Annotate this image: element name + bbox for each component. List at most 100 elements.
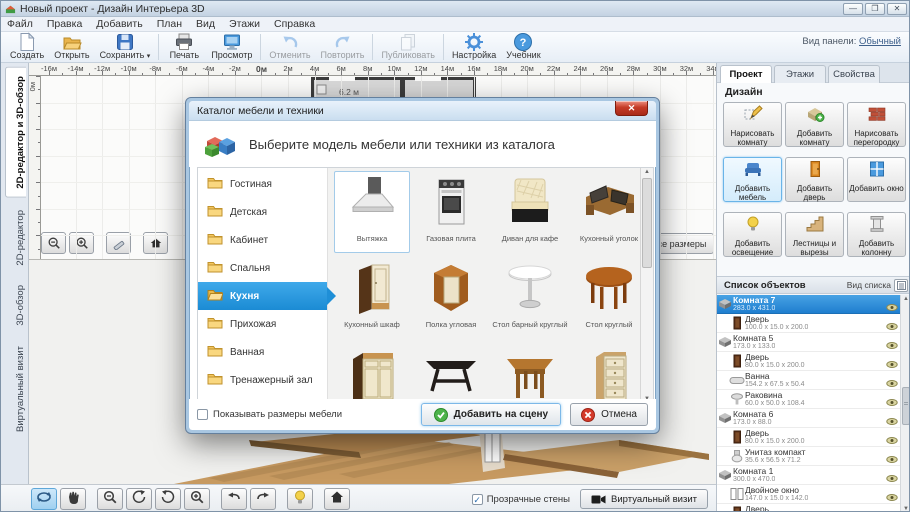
transparent-walls-checkbox[interactable]: ✓	[472, 494, 483, 505]
object-name: Раковина	[745, 391, 805, 400]
view-tab[interactable]: 2D-редактор и 3D-обзор	[5, 67, 26, 198]
tool-light-button[interactable]	[287, 488, 313, 510]
tool-turn-right-button[interactable]	[250, 488, 276, 510]
object-row[interactable]: Раковина 60.0 x 50.0 x 108.4	[717, 390, 910, 409]
tool-zoom-out-button[interactable]	[97, 488, 123, 510]
tool-rotate-ccw-button[interactable]	[126, 488, 152, 510]
category-Спальня[interactable]: Спальня	[198, 254, 327, 282]
restore-button[interactable]: ❐	[865, 3, 885, 15]
catalog-item[interactable]	[492, 343, 568, 401]
items-scrollbar-thumb[interactable]	[642, 178, 652, 268]
catalog-item[interactable]: Газовая плита	[413, 171, 489, 253]
folder-icon	[207, 232, 230, 248]
menu-Добавить[interactable]: Добавить	[96, 18, 142, 30]
3d-house-model[interactable]	[149, 426, 716, 484]
cancel-button[interactable]: Отмена	[570, 403, 648, 426]
items-scrollbar[interactable]: ▲ ▼	[640, 168, 653, 401]
toolbar-open-folder-button[interactable]: Открыть	[49, 33, 94, 62]
tool-orbit-button[interactable]	[31, 488, 57, 510]
tool-pan-hand-button[interactable]	[60, 488, 86, 510]
visibility-eye-icon[interactable]	[886, 508, 898, 512]
design-add-room-button[interactable]: Добавить комнату	[785, 102, 844, 147]
catalog-item[interactable]: Кухонный уголок	[571, 171, 647, 253]
close-button[interactable]: ✕	[887, 3, 907, 15]
view-tab[interactable]: 2D-редактор	[5, 202, 26, 274]
toolbar-print-button[interactable]: Печать	[162, 33, 206, 62]
pan-hand-icon	[65, 489, 81, 510]
design-stairs-button[interactable]: Лестницы и вырезы	[785, 212, 844, 257]
toolbar-settings-button[interactable]: Настройка	[447, 33, 501, 62]
object-row[interactable]: Дверь 80.0 x 15.0 x 200.0	[717, 428, 910, 447]
panel-view-value[interactable]: Обычный	[859, 36, 901, 47]
light-icon	[292, 489, 308, 510]
catalog-item[interactable]: Вытяжка	[334, 171, 410, 253]
catalog-item[interactable]: Стол круглый	[571, 257, 647, 339]
tab-Этажи[interactable]: Этажи	[774, 65, 826, 83]
catalog-item[interactable]: Диван для кафе	[492, 171, 568, 253]
toolbar-tutorial-button[interactable]: ? Учебник	[501, 33, 545, 62]
object-row[interactable]: Дверь 80.0 x 15.0 x 200.0	[717, 352, 910, 371]
object-row[interactable]: Комната 7 283.0 x 431.0	[717, 295, 910, 314]
category-Ванная[interactable]: Ванная	[198, 338, 327, 366]
toolbar-save-button[interactable]: Сохранить ▾	[95, 33, 156, 62]
object-row[interactable]: Ванна 154.2 x 67.5 x 50.4	[717, 371, 910, 390]
catalog-item[interactable]	[334, 343, 410, 401]
minimize-button[interactable]: —	[843, 3, 863, 15]
category-Кухня[interactable]: Кухня	[198, 282, 327, 310]
dialog-title-bar[interactable]: Каталог мебели и техники	[189, 101, 656, 121]
add-to-scene-button[interactable]: Добавить на сцену	[421, 403, 561, 426]
tool-home-button[interactable]	[324, 488, 350, 510]
virtual-visit-button[interactable]: Виртуальный визит	[580, 489, 708, 509]
menu-Правка[interactable]: Правка	[47, 18, 82, 30]
show-sizes-checkbox[interactable]	[197, 409, 208, 420]
objects-list-scrollbar[interactable]: ▲ ▼	[900, 295, 910, 512]
object-row[interactable]: Унитаз компакт 35.6 x 56.5 x 71.2	[717, 447, 910, 466]
category-Тренажерный зал[interactable]: Тренажерный зал	[198, 366, 327, 394]
scrollbar-thumb[interactable]	[902, 387, 910, 425]
menu-Справка[interactable]: Справка	[274, 18, 315, 30]
design-add-window-button[interactable]: Добавить окно	[847, 157, 906, 202]
view-tab[interactable]: 3D-обзор	[5, 277, 26, 334]
object-row[interactable]: Комната 6 173.0 x 88.0	[717, 409, 910, 428]
design-draw-partition-button[interactable]: Нарисовать перегородку	[847, 102, 906, 147]
menu-Этажи[interactable]: Этажи	[229, 18, 260, 30]
design-add-furniture-button[interactable]: Добавить мебель	[723, 157, 782, 202]
tab-Проект[interactable]: Проект	[720, 65, 772, 84]
toolbar-separator	[372, 34, 373, 60]
object-row[interactable]: Комната 1 300.0 x 470.0	[717, 466, 910, 485]
design-add-column-button[interactable]: Добавить колонну	[847, 212, 906, 257]
view-tab[interactable]: Виртуальный визит	[5, 338, 26, 440]
category-Гостиная[interactable]: Гостиная	[198, 170, 327, 198]
object-row[interactable]: Комната 5 173.0 x 133.0	[717, 333, 910, 352]
menu-Файл[interactable]: Файл	[7, 18, 33, 30]
menu-План[interactable]: План	[157, 18, 182, 30]
category-Прихожая[interactable]: Прихожая	[198, 310, 327, 338]
panel-view-selector[interactable]: Вид панели: Обычный	[802, 36, 907, 47]
design-draw-room-button[interactable]: Нарисовать комнату	[723, 102, 782, 147]
object-row[interactable]: Дверь 100.0 x 15.0 x 200.0	[717, 504, 910, 512]
dialog-close-button[interactable]: ✕	[615, 101, 648, 116]
catalog-item[interactable]	[413, 343, 489, 401]
catalog-item[interactable]: Стол барный круглый	[492, 257, 568, 339]
catalog-item[interactable]: Кухонный шкаф	[334, 257, 410, 339]
category-Кабинет[interactable]: Кабинет	[198, 226, 327, 254]
tab-Свойства[interactable]: Свойства	[828, 65, 880, 83]
door-icon	[729, 354, 745, 368]
toolbar-new-document-button[interactable]: Создать	[5, 33, 49, 62]
category-Детская[interactable]: Детская	[198, 198, 327, 226]
object-row[interactable]: Дверь 100.0 x 15.0 x 200.0	[717, 314, 910, 333]
design-add-door-button[interactable]: Добавить дверь	[785, 157, 844, 202]
design-add-light-button[interactable]: Добавить освещение	[723, 212, 782, 257]
design-section-title: Дизайн	[725, 86, 906, 98]
catalog-item[interactable]	[571, 343, 647, 401]
toolbar-preview-button[interactable]: Просмотр	[206, 33, 257, 62]
menu-Вид[interactable]: Вид	[196, 18, 215, 30]
tool-zoom-in-button[interactable]	[184, 488, 210, 510]
view-list-button[interactable]	[894, 279, 908, 292]
tool-rotate-cw-button[interactable]	[155, 488, 181, 510]
stove-thumb	[420, 175, 482, 231]
catalog-item-label: Газовая плита	[426, 234, 476, 243]
catalog-item[interactable]: Полка угловая	[413, 257, 489, 339]
tool-turn-left-button[interactable]	[221, 488, 247, 510]
object-row[interactable]: Двойное окно 147.0 x 15.0 x 142.0	[717, 485, 910, 504]
